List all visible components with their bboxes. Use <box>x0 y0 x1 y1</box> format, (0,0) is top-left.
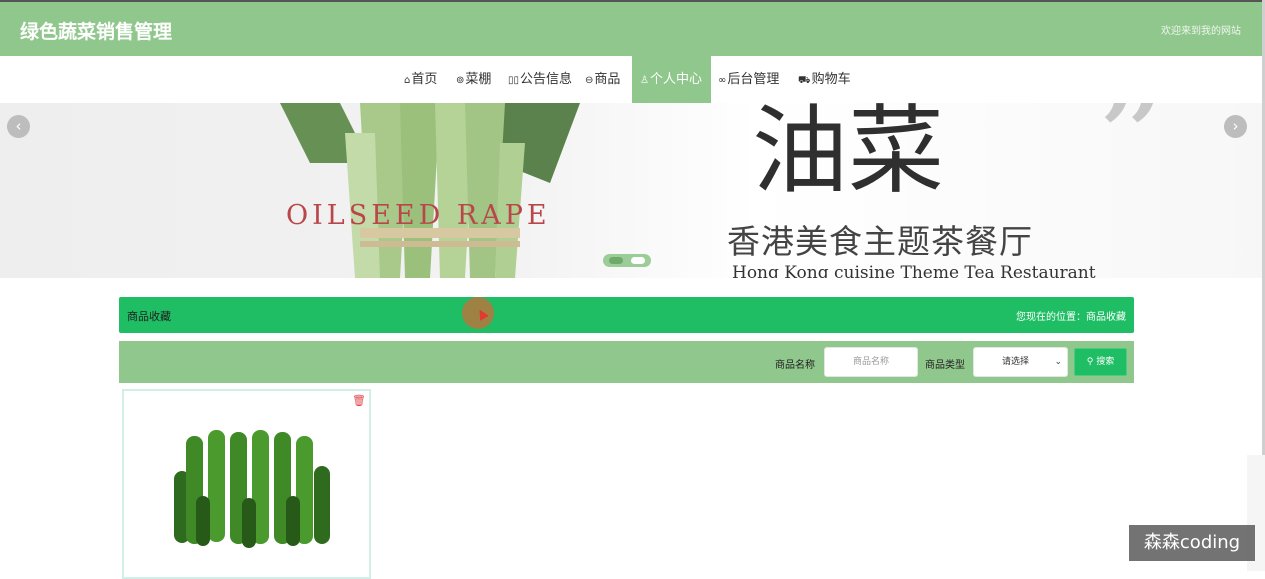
breadcrumb-location: 您现在的位置：商品收藏 <box>1016 312 1126 323</box>
search-button[interactable]: ⚲ 搜索 <box>1074 348 1127 376</box>
nav-item-notice[interactable]: ▯▯公告信息 <box>508 56 572 103</box>
banner-carousel[interactable]: OILSEED RAPE 油菜 ” 香港美食主题茶餐厅 Hong Kong cu… <box>0 103 1262 278</box>
banner-title-big: 油菜 <box>752 103 944 207</box>
carousel-next-button[interactable]: › <box>1224 115 1247 138</box>
trash-icon[interactable]: 🗑 <box>352 394 366 407</box>
banner-chinese-text: 香港美食主题茶餐厅 <box>727 222 1033 261</box>
chevron-right-icon: › <box>1232 117 1239 135</box>
vegetable-bundle-image <box>280 103 580 278</box>
greenhouse-icon: ⊚ <box>456 75 465 86</box>
nav-item-label: 商品 <box>594 72 621 87</box>
chevron-left-icon: ‹ <box>15 117 22 135</box>
nav-item-label: 菜棚 <box>465 72 492 87</box>
goods-type-label: 商品类型 <box>925 360 965 371</box>
search-button-label: 搜索 <box>1096 357 1115 367</box>
goods-type-select[interactable]: 请选择 ⌄ <box>973 347 1068 377</box>
carousel-indicators <box>603 254 651 267</box>
nav-item-greenhouse[interactable]: ⊚菜棚 <box>456 56 491 103</box>
goods-icon: ⊖ <box>585 75 594 86</box>
carousel-prev-button[interactable]: ‹ <box>7 115 30 138</box>
chevron-down-icon: ⌄ <box>1054 357 1062 367</box>
top-header: 绿色蔬菜销售管理 欢迎来到我的网站 <box>0 0 1265 56</box>
user-icon: ♙ <box>640 75 649 86</box>
cucumbers-image <box>174 430 330 548</box>
nav-item-admin[interactable]: ∞后台管理 <box>718 56 779 103</box>
nav-item-label: 购物车 <box>811 72 851 87</box>
nav-item-label: 公告信息 <box>520 72 573 87</box>
nav-item-label: 首页 <box>411 72 438 87</box>
breadcrumb-bar: 商品收藏 您现在的位置：商品收藏 <box>119 297 1134 333</box>
welcome-text: 欢迎来到我的网站 <box>1161 26 1241 37</box>
banner-sub-text: Hong Kong cuisine Theme Tea Restaurant <box>732 263 1096 278</box>
nav-item-cart[interactable]: ⛟购物车 <box>798 56 851 103</box>
site-title[interactable]: 绿色蔬菜销售管理 <box>20 17 172 44</box>
main-nav: ⌂首页 ⊚菜棚 ▯▯公告信息 ⊖商品 ♙个人中心 ∞后台管理 ⛟购物车 <box>0 56 1265 103</box>
search-icon: ⚲ <box>1086 357 1094 367</box>
search-bar: 商品名称 商品名称 商品类型 请选择 ⌄ ⚲ 搜索 <box>119 341 1134 383</box>
nav-item-label: 后台管理 <box>727 72 780 87</box>
quote-mark-icon: ” <box>1095 103 1167 224</box>
favorite-card[interactable]: 🗑 <box>122 389 371 579</box>
watermark: 森森coding <box>1129 525 1255 561</box>
nav-item-personal-center[interactable]: ♙个人中心 <box>632 56 711 103</box>
nav-item-goods[interactable]: ⊖商品 <box>585 56 620 103</box>
link-icon: ∞ <box>718 75 727 86</box>
carousel-dot[interactable] <box>609 257 623 264</box>
home-icon: ⌂ <box>404 75 411 86</box>
goods-name-input[interactable]: 商品名称 <box>824 347 918 377</box>
page-title: 商品收藏 <box>127 310 171 323</box>
select-value: 请选择 <box>1002 357 1030 367</box>
carousel-dot[interactable] <box>631 257 645 264</box>
banner-english-text: OILSEED RAPE <box>286 200 551 231</box>
nav-item-home[interactable]: ⌂首页 <box>404 56 437 103</box>
notice-icon: ▯▯ <box>508 75 520 86</box>
nav-item-label: 个人中心 <box>649 72 702 87</box>
goods-name-label: 商品名称 <box>775 360 815 371</box>
cart-icon: ⛟ <box>798 75 811 86</box>
